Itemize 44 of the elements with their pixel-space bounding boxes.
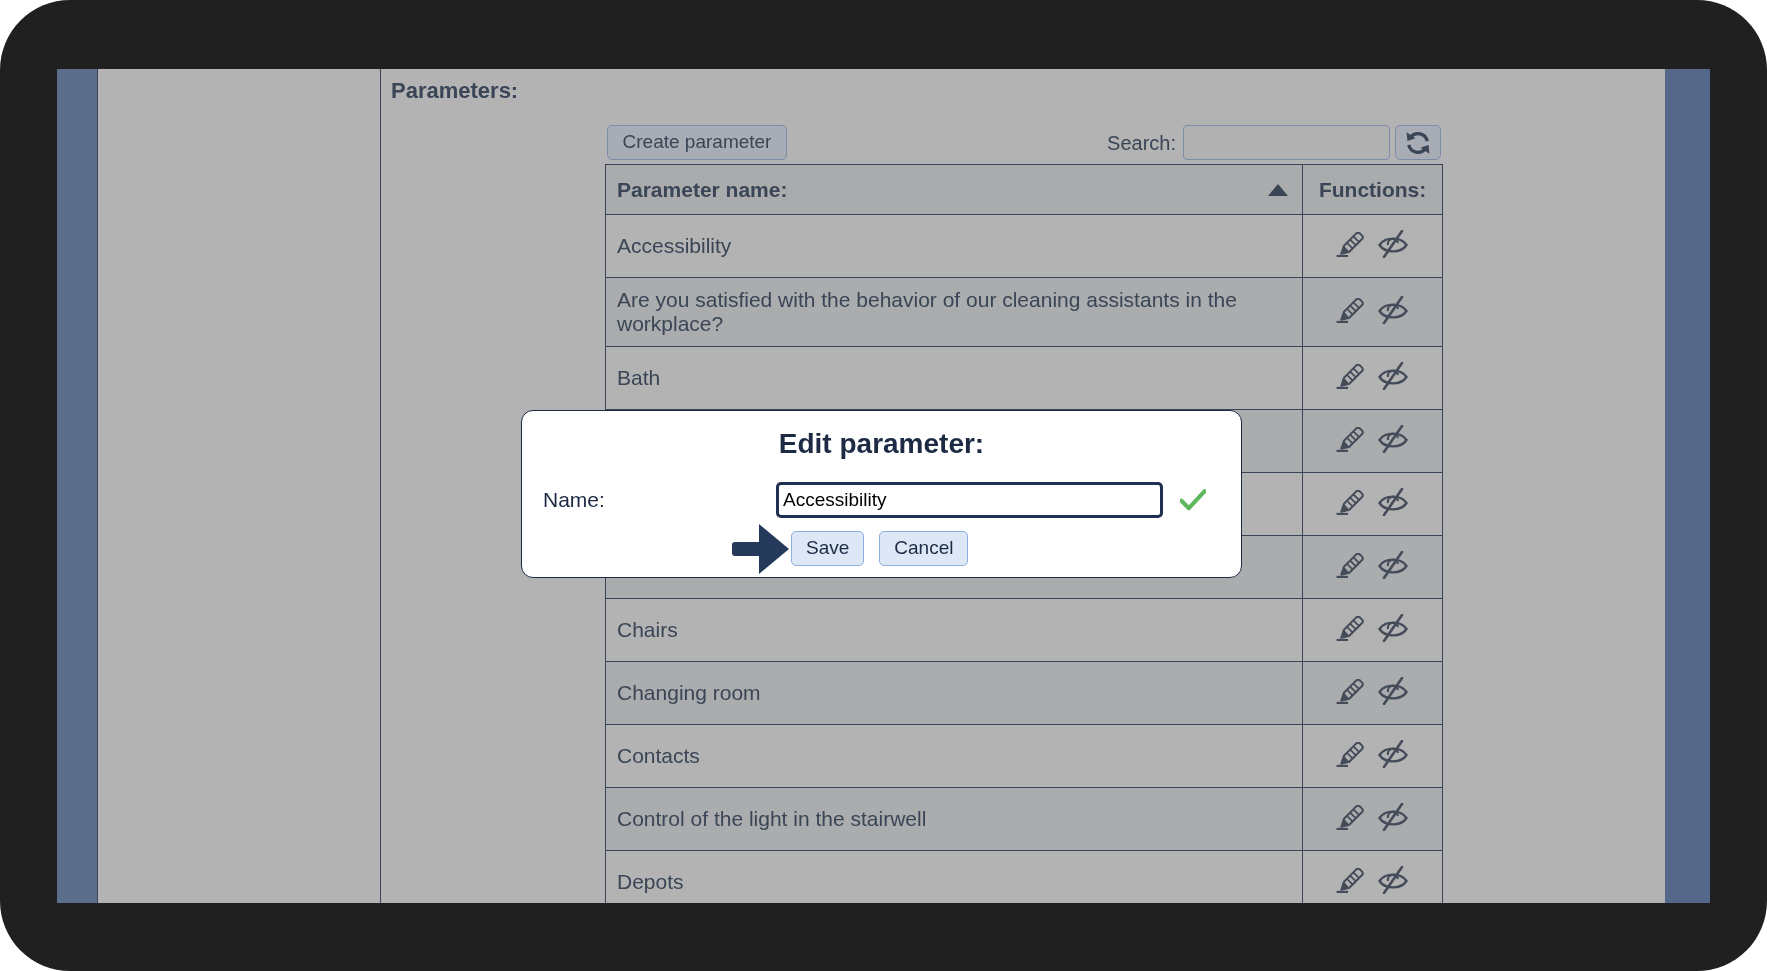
- pencil-icon[interactable]: [1336, 867, 1365, 893]
- parameter-name: Contacts: [617, 744, 700, 768]
- dialog-button[interactable]: Cancel: [879, 531, 969, 566]
- eye-slash-icon[interactable]: [1377, 230, 1410, 258]
- parameter-name: Control of the light in the stairwell: [617, 807, 927, 831]
- pencil-icon[interactable]: [1336, 363, 1365, 389]
- create-parameter-button[interactable]: Create parameter: [607, 125, 787, 160]
- parameter-name: Changing room: [617, 681, 761, 705]
- pencil-icon[interactable]: [1336, 489, 1365, 515]
- pencil-icon[interactable]: [1336, 678, 1365, 704]
- eye-slash-icon[interactable]: [1377, 362, 1410, 390]
- refresh-button[interactable]: [1395, 125, 1441, 160]
- eye-slash-icon[interactable]: [1377, 425, 1410, 453]
- eye-slash-icon[interactable]: [1377, 551, 1410, 579]
- eye-slash-icon[interactable]: [1377, 803, 1410, 831]
- name-label: Name:: [543, 487, 606, 514]
- name-field[interactable]: Accessibility: [776, 482, 1163, 518]
- refresh-icon: [1406, 130, 1430, 155]
- pencil-icon[interactable]: [1336, 426, 1365, 452]
- parameter-name: Depots: [617, 870, 684, 894]
- sort-triangle-icon[interactable]: [1268, 183, 1289, 196]
- search-field[interactable]: [1183, 125, 1390, 160]
- pencil-icon[interactable]: [1336, 804, 1365, 830]
- parameter-name: Are you satisfied with the behavior of our cleaning assistants in the workplace?: [617, 288, 1238, 336]
- pencil-icon[interactable]: [1336, 297, 1365, 323]
- eye-slash-icon[interactable]: [1377, 614, 1410, 642]
- dialog-button[interactable]: Save: [791, 531, 865, 566]
- page-heading: Parameters:: [390, 78, 520, 104]
- parameter-name: Accessibility: [617, 234, 732, 258]
- parameter-name: Bath: [617, 366, 661, 390]
- eye-slash-icon[interactable]: [1377, 740, 1410, 768]
- pencil-icon[interactable]: [1336, 231, 1365, 257]
- column-header[interactable]: Parameter name:: [617, 173, 788, 206]
- eye-slash-icon[interactable]: [1377, 677, 1410, 705]
- eye-slash-icon[interactable]: [1377, 488, 1410, 516]
- eye-slash-icon[interactable]: [1377, 296, 1410, 324]
- column-header: Functions:: [1318, 176, 1427, 203]
- search-label: Search:: [1107, 130, 1176, 156]
- parameter-name: Chairs: [617, 618, 678, 642]
- eye-slash-icon[interactable]: [1377, 866, 1410, 894]
- pencil-icon[interactable]: [1336, 615, 1365, 641]
- pencil-icon[interactable]: [1336, 552, 1365, 578]
- pencil-icon[interactable]: [1336, 741, 1365, 767]
- dialog-title: Edit parameter:: [777, 427, 986, 461]
